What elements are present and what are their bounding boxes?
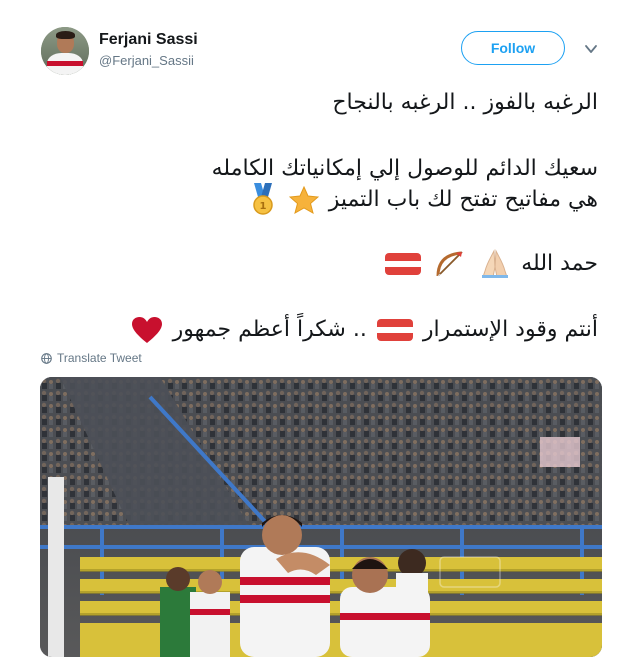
tweet-line-text: حمد الله: [521, 251, 598, 276]
translate-label: Translate Tweet: [57, 351, 142, 365]
tweet-photo[interactable]: [40, 377, 602, 657]
star-emoji-icon: [288, 186, 319, 214]
translate-tweet-link[interactable]: Translate Tweet: [41, 351, 142, 365]
flag-emoji-icon: [385, 253, 422, 275]
tweet-line: الرغبه بالفوز .. الرغبه بالنجاح: [332, 90, 598, 115]
bow-and-arrow-emoji-icon: [436, 251, 463, 277]
red-heart-emoji-icon: [131, 317, 162, 343]
folded-hands-emoji-icon: [482, 249, 509, 278]
tweet-line-text: هي مفاتيح تفتح لك باب التميز: [328, 187, 598, 212]
user-name[interactable]: Ferjani Sassi: [99, 31, 198, 49]
tweet-line-text: .. شكراً أعظم جمهور: [172, 317, 367, 342]
tweet-line-text: أنتم وقود الإستمرار: [422, 317, 598, 342]
avatar[interactable]: [41, 27, 89, 75]
tweet-line: أنتم وقود الإستمرار .. شكراً أعظم جمهور: [128, 315, 598, 344]
chevron-down-icon[interactable]: [584, 42, 598, 56]
photo-illustration: [40, 377, 602, 657]
tweet-line: حمد الله: [382, 249, 598, 279]
follow-button[interactable]: Follow: [461, 31, 565, 65]
user-handle[interactable]: @Ferjani_Sassii: [99, 53, 194, 68]
tweet-line: هي مفاتيح تفتح لك باب التميز 1: [247, 183, 598, 217]
medal-emoji-icon: 1: [252, 183, 273, 215]
globe-icon: [41, 352, 52, 364]
tweet-line: سعيك الدائم للوصول إلي إمكانياتك الكامله: [211, 156, 598, 181]
flag-emoji-icon: [376, 319, 413, 341]
svg-text:1: 1: [259, 201, 266, 212]
